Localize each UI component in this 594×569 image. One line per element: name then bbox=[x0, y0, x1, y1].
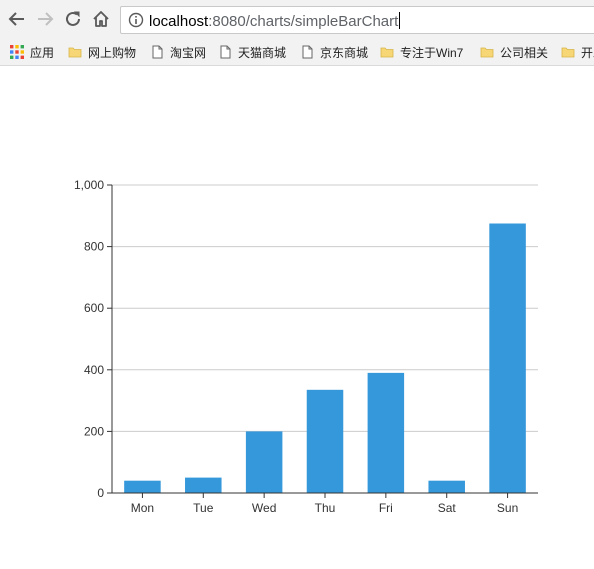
bookmark-label: 京东商城 bbox=[320, 45, 369, 60]
forward-button[interactable] bbox=[34, 8, 56, 30]
bookmark-win7[interactable]: 专注于Win7 bbox=[380, 43, 463, 61]
bar bbox=[306, 389, 344, 493]
bar bbox=[367, 372, 405, 493]
arrow-left-icon bbox=[8, 12, 24, 26]
bookmark-label: 应用 bbox=[30, 45, 55, 60]
x-tick-label: Wed bbox=[252, 501, 276, 515]
x-tick-label: Fri bbox=[379, 501, 393, 515]
folder-icon bbox=[561, 45, 575, 59]
url-path: :8080/charts/simpleBarChart bbox=[208, 13, 399, 30]
folder-icon bbox=[380, 45, 394, 59]
y-tick-label: 1,000 bbox=[74, 178, 104, 192]
y-tick-label: 200 bbox=[84, 424, 104, 438]
bookmark-jd[interactable]: 京东商城 bbox=[300, 43, 368, 61]
page-icon bbox=[150, 45, 164, 59]
bookmark-label: 网上购物 bbox=[88, 45, 137, 60]
bookmark-tmall[interactable]: 天猫商城 bbox=[218, 43, 286, 61]
y-tick-label: 600 bbox=[84, 301, 104, 315]
folder-icon bbox=[68, 45, 82, 59]
home-icon bbox=[93, 11, 109, 27]
reload-button[interactable] bbox=[62, 8, 84, 30]
reload-icon bbox=[66, 11, 80, 26]
x-tick-label: Mon bbox=[131, 501, 154, 515]
bookmark-label: 专注于Win7 bbox=[400, 45, 464, 60]
x-tick-label: Sun bbox=[497, 501, 518, 515]
info-icon bbox=[128, 12, 144, 28]
bookmark-dev[interactable]: 开发 bbox=[561, 43, 594, 61]
bar bbox=[245, 431, 283, 493]
bar bbox=[428, 480, 465, 493]
bookmark-apps[interactable]: 应用 bbox=[10, 43, 54, 61]
bar-chart: 0 200 400 600 800 1,000 Mon Tue Wed Thu Fri Sat Sun bbox=[74, 178, 538, 515]
page-icon bbox=[218, 45, 232, 59]
apps-grid-icon bbox=[10, 45, 24, 59]
y-tick-label: 400 bbox=[84, 363, 104, 377]
bookmark-label: 淘宝网 bbox=[170, 45, 207, 60]
folder-icon bbox=[480, 45, 494, 59]
arrow-right-icon bbox=[38, 12, 54, 26]
bookmark-label: 公司相关 bbox=[500, 45, 549, 60]
bar bbox=[124, 480, 161, 493]
bar bbox=[185, 477, 222, 493]
back-button[interactable] bbox=[6, 8, 28, 30]
bookmarks-bar: 应用 网上购物 淘宝网 天猫商城 京东商城 专注于Win7 公司相关 开发 bbox=[0, 38, 594, 66]
page-icon bbox=[300, 45, 314, 59]
address-bar[interactable]: localhost:8080/charts/simpleBarChart bbox=[120, 6, 594, 34]
home-button[interactable] bbox=[90, 8, 112, 30]
url-text[interactable]: localhost:8080/charts/simpleBarChart bbox=[149, 12, 401, 30]
bookmark-taobao[interactable]: 淘宝网 bbox=[150, 43, 206, 61]
url-host: localhost bbox=[149, 13, 209, 30]
x-tick-label: Sat bbox=[438, 501, 457, 515]
bar bbox=[489, 223, 526, 493]
bookmark-company[interactable]: 公司相关 bbox=[480, 43, 548, 61]
bookmark-label: 开发 bbox=[581, 45, 594, 60]
text-caret bbox=[399, 12, 401, 29]
bookmark-label: 天猫商城 bbox=[238, 45, 287, 60]
y-tick-label: 800 bbox=[84, 240, 104, 254]
bookmark-online-shopping[interactable]: 网上购物 bbox=[68, 43, 136, 61]
page-content: 0 200 400 600 800 1,000 Mon Tue Wed Thu Fri Sat Sun bbox=[0, 66, 594, 564]
browser-toolbar: localhost:8080/charts/simpleBarChart bbox=[0, 0, 594, 38]
x-tick-label: Tue bbox=[193, 501, 214, 515]
x-tick-label: Thu bbox=[315, 501, 336, 515]
y-tick-label: 0 bbox=[97, 486, 104, 500]
